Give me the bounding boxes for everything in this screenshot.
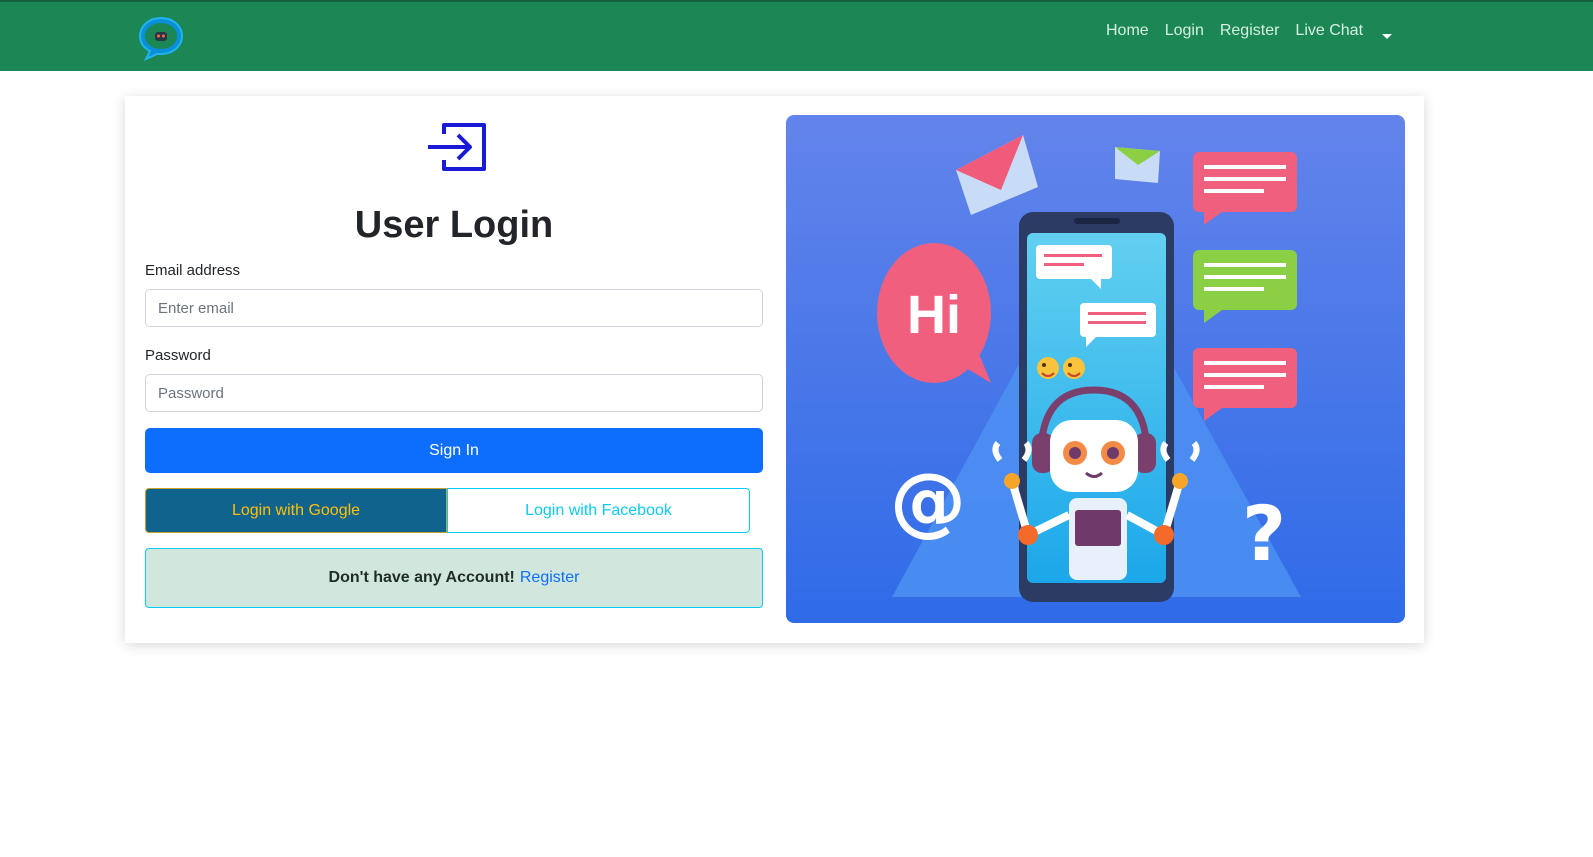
password-label: Password <box>145 347 211 364</box>
login-google-button[interactable]: Login with Google <box>145 488 447 533</box>
envelope-small-icon <box>1115 147 1160 183</box>
nav-link-login[interactable]: Login <box>1165 22 1204 40</box>
account-prompt: Don't have any Account! <box>328 569 515 586</box>
top-navbar: Home Login Register Live Chat <box>0 0 1593 71</box>
chat-bubble-logo-icon[interactable] <box>138 15 184 61</box>
nav-link-home[interactable]: Home <box>1106 22 1149 40</box>
page-title: User Login <box>354 204 554 246</box>
caret-down-icon[interactable] <box>1382 34 1392 39</box>
question-symbol: ? <box>1242 489 1286 578</box>
register-link[interactable]: Register <box>520 569 580 587</box>
password-field[interactable] <box>145 374 763 412</box>
nav-link-live-chat[interactable]: Live Chat <box>1295 22 1363 40</box>
hi-bubble-text: Hi <box>907 285 961 345</box>
login-facebook-button[interactable]: Login with Facebook <box>447 488 750 533</box>
email-field[interactable] <box>145 289 763 327</box>
nav-link-register[interactable]: Register <box>1220 22 1280 40</box>
login-arrow-icon <box>428 123 486 171</box>
nav-links: Home Login Register Live Chat <box>1106 22 1363 40</box>
sign-in-button[interactable]: Sign In <box>145 428 763 473</box>
register-alert: Don't have any Account! Register <box>145 548 763 608</box>
chatbot-illustration: Hi @ ? <box>786 115 1405 623</box>
at-symbol: @ <box>890 456 966 545</box>
email-label: Email address <box>145 262 241 279</box>
